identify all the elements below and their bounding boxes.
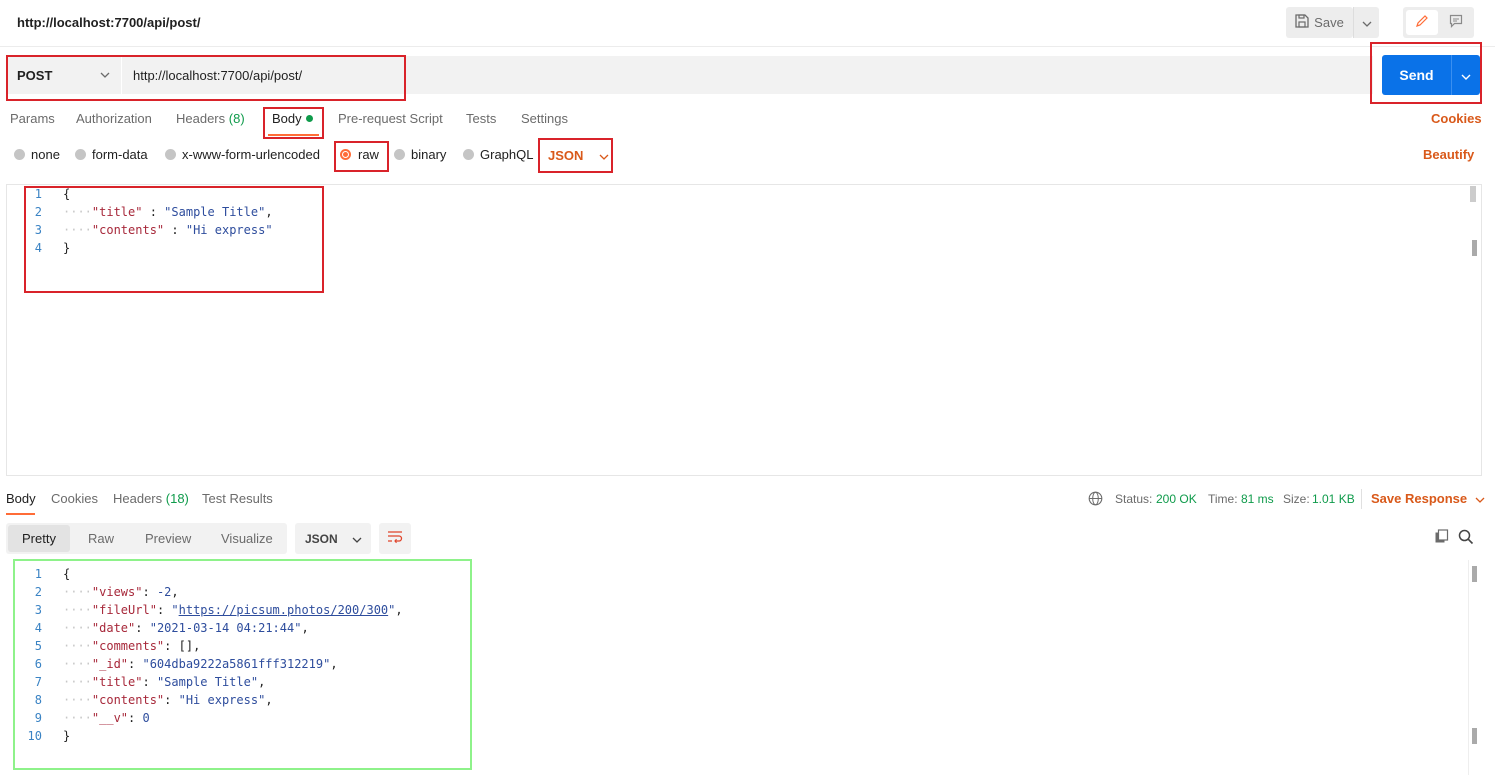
save-response-label: Save Response <box>1371 491 1468 506</box>
save-options-button[interactable] <box>1353 7 1379 38</box>
time-label: Time: <box>1208 492 1238 506</box>
save-response-button[interactable]: Save Response <box>1371 491 1485 506</box>
comment-icon <box>1449 14 1463 31</box>
tab-settings[interactable]: Settings <box>521 111 568 126</box>
view-visualize-button[interactable]: Visualize <box>221 531 273 546</box>
beautify-link[interactable]: Beautify <box>1423 147 1474 162</box>
radio-graphql-label: GraphQL <box>480 147 534 162</box>
radio-none-label: none <box>31 147 60 162</box>
request-title: http://localhost:7700/api/post/ <box>17 15 201 30</box>
divider <box>1361 489 1362 509</box>
save-button[interactable]: Save <box>1286 7 1353 38</box>
size-label: Size: <box>1283 492 1310 506</box>
globe-icon[interactable] <box>1088 491 1103 509</box>
comments-button[interactable] <box>1440 10 1471 35</box>
highlight-box-response-body <box>13 559 472 770</box>
highlight-box-raw <box>334 141 389 172</box>
tab-params[interactable]: Params <box>10 111 55 126</box>
chevron-down-icon <box>1362 15 1372 30</box>
header-divider <box>0 46 1495 47</box>
status-label: Status: <box>1115 492 1153 506</box>
wrap-lines-icon <box>387 530 403 547</box>
radio-form-data[interactable] <box>75 149 86 160</box>
status-value: 200 OK <box>1156 492 1197 506</box>
tab-authorization[interactable]: Authorization <box>76 111 152 126</box>
view-preview-button[interactable]: Preview <box>145 531 191 546</box>
response-tab-headers-count: (18) <box>165 491 189 506</box>
pencil-icon <box>1415 14 1429 31</box>
tab-headers-count: (8) <box>228 111 245 126</box>
chevron-down-icon <box>352 532 362 546</box>
scrollbar-thumb[interactable] <box>1472 566 1477 582</box>
scrollbar-marker <box>1472 728 1477 744</box>
save-icon <box>1295 14 1309 31</box>
save-label: Save <box>1314 15 1344 30</box>
active-tab-underline <box>6 513 35 515</box>
response-format-select[interactable]: JSON <box>295 523 371 554</box>
radio-binary[interactable] <box>394 149 405 160</box>
highlight-box-body-tab <box>263 107 324 139</box>
search-icon[interactable] <box>1458 529 1474 548</box>
response-tab-headers[interactable]: Headers (18) <box>113 491 189 506</box>
highlight-box-url <box>6 55 406 101</box>
view-pretty-button[interactable]: Pretty <box>8 525 70 552</box>
tab-headers-label: Headers <box>176 111 226 126</box>
radio-graphql[interactable] <box>463 149 474 160</box>
chevron-down-icon <box>1475 491 1485 506</box>
scrollbar-marker <box>1472 240 1477 256</box>
response-tab-body[interactable]: Body <box>6 491 36 506</box>
tab-prerequest-script[interactable]: Pre-request Script <box>338 111 443 126</box>
view-raw-button[interactable]: Raw <box>88 531 114 546</box>
tab-tests[interactable]: Tests <box>466 111 496 126</box>
response-format-label: JSON <box>305 531 338 546</box>
copy-icon[interactable] <box>1434 529 1450 548</box>
cookies-link[interactable]: Cookies <box>1431 111 1482 126</box>
response-tab-test-results[interactable]: Test Results <box>202 491 273 506</box>
radio-urlencoded[interactable] <box>165 149 176 160</box>
wrap-lines-button[interactable] <box>379 523 411 554</box>
time-value: 81 ms <box>1241 492 1274 506</box>
edit-mode-button[interactable] <box>1406 10 1438 35</box>
scrollbar-track <box>1468 560 1469 775</box>
radio-form-data-label: form-data <box>92 147 148 162</box>
tab-headers[interactable]: Headers (8) <box>176 111 245 126</box>
radio-none[interactable] <box>14 149 25 160</box>
highlight-box-request-body <box>24 186 324 293</box>
radio-urlencoded-label: x-www-form-urlencoded <box>182 147 320 162</box>
response-tab-cookies[interactable]: Cookies <box>51 491 98 506</box>
scrollbar-thumb[interactable] <box>1470 186 1476 202</box>
highlight-box-send <box>1370 42 1482 104</box>
response-tab-headers-label: Headers <box>113 491 163 506</box>
size-value: 1.01 KB <box>1312 492 1355 506</box>
radio-binary-label: binary <box>411 147 447 162</box>
highlight-box-json <box>538 138 613 173</box>
